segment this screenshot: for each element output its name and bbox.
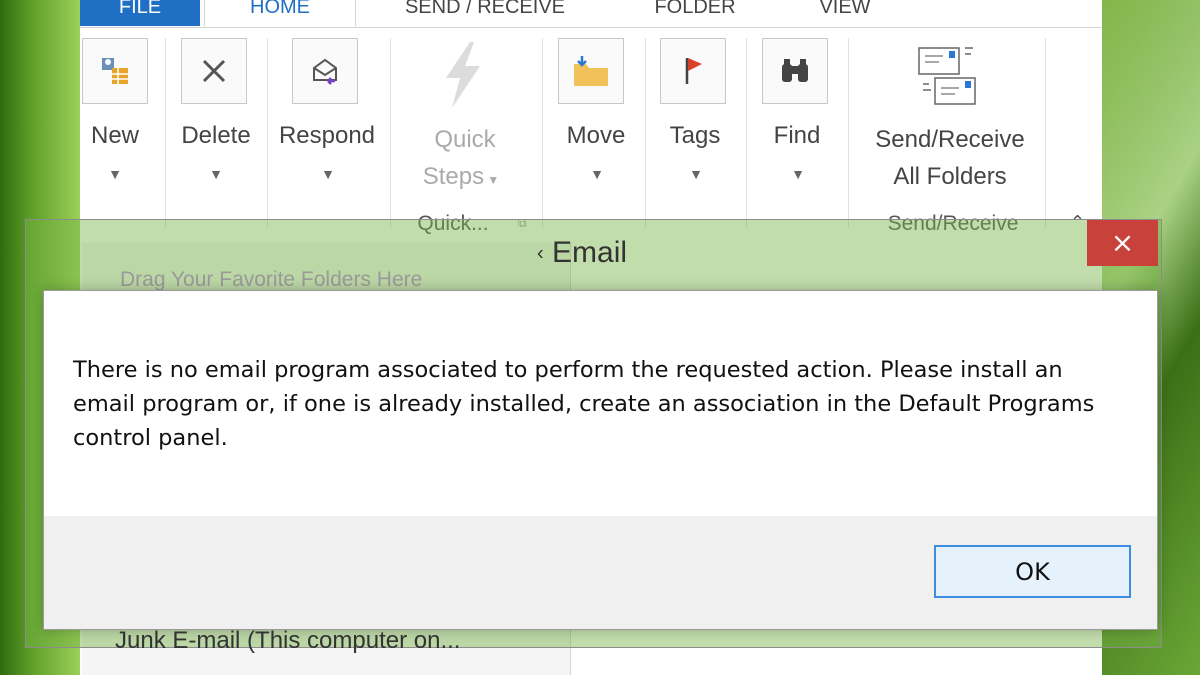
move-button[interactable]: Move ▼ bbox=[558, 28, 628, 228]
favorites-hint: Drag Your Favorite Folders Here bbox=[120, 268, 423, 291]
send-receive-label-line1: Send/Receive bbox=[875, 126, 1025, 153]
new-button[interactable]: New ▼ bbox=[80, 28, 165, 228]
tab-send-receive[interactable]: SEND / RECEIVE bbox=[380, 0, 590, 26]
dialog-footer: OK bbox=[44, 516, 1157, 629]
tab-home[interactable]: HOME bbox=[204, 0, 356, 26]
chevron-up-icon[interactable]: ⌃ bbox=[1070, 212, 1085, 233]
chevron-down-icon: ▼ bbox=[689, 166, 703, 182]
binoculars-icon bbox=[762, 38, 828, 104]
send-receive-envelopes-icon bbox=[913, 42, 983, 119]
chevron-down-icon: ▼ bbox=[321, 166, 335, 182]
email-window-title: ‹ Email bbox=[537, 236, 628, 269]
new-items-icon bbox=[82, 38, 148, 104]
quick-steps-button[interactable]: Quick Steps ▼ Quick... ⧉ bbox=[410, 28, 527, 235]
quick-steps-label-line2: Steps ▼ bbox=[422, 163, 500, 190]
tab-file[interactable]: FILE bbox=[80, 0, 200, 26]
chevron-down-icon: ▼ bbox=[108, 166, 122, 182]
dialog-message: There is no email program associated to … bbox=[73, 357, 1095, 451]
lightning-icon bbox=[438, 40, 488, 117]
chevron-left-icon[interactable]: ‹ bbox=[537, 243, 544, 265]
flag-icon bbox=[660, 38, 726, 104]
tab-folder[interactable]: FOLDER bbox=[640, 0, 750, 26]
folder-item-junk-email[interactable]: Junk E-mail (This computer on... bbox=[115, 627, 460, 655]
respond-envelope-icon bbox=[292, 38, 358, 104]
send-receive-all-folders-button[interactable]: Send/Receive All Folders Send/Receive bbox=[855, 28, 1045, 235]
find-button[interactable]: Find ▼ bbox=[762, 28, 832, 228]
respond-button[interactable]: Respond ▼ bbox=[279, 28, 375, 228]
move-folder-icon bbox=[558, 38, 624, 104]
chevron-down-icon: ▼ bbox=[590, 166, 604, 182]
chevron-down-icon: ▼ bbox=[209, 166, 223, 182]
chevron-down-icon: ▼ bbox=[791, 166, 805, 182]
quick-steps-label-line1: Quick bbox=[434, 126, 496, 153]
tab-view[interactable]: VIEW bbox=[810, 0, 880, 26]
delete-x-icon bbox=[181, 38, 247, 104]
ribbon-tab-bar: FILE HOME SEND / RECEIVE FOLDER VIEW bbox=[80, 0, 1102, 28]
respond-label: Respond bbox=[278, 122, 376, 149]
ok-button[interactable]: OK bbox=[934, 545, 1131, 598]
ribbon: New ▼ Delete ▼ Respond ▼ Quick Steps ▼ Q… bbox=[80, 28, 1102, 235]
close-button[interactable]: × bbox=[1087, 220, 1158, 266]
tags-button[interactable]: Tags ▼ bbox=[660, 28, 730, 228]
send-receive-label-line2: All Folders bbox=[893, 163, 1007, 190]
find-label: Find bbox=[773, 122, 821, 149]
delete-label: Delete bbox=[181, 122, 251, 149]
delete-button[interactable]: Delete ▼ bbox=[180, 28, 251, 228]
error-dialog: There is no email program associated to … bbox=[43, 290, 1158, 630]
